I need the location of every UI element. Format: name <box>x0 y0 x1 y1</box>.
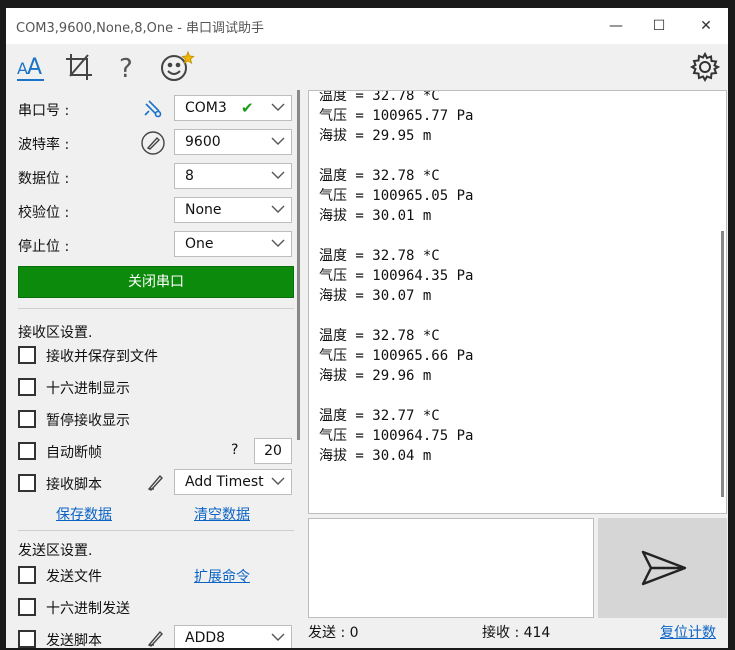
chevron-down-icon <box>271 103 285 111</box>
extend-command-link[interactable]: 扩展命令 <box>194 566 250 586</box>
emoji-icon[interactable] <box>158 50 195 84</box>
send-section-title: 发送区设置. <box>18 543 93 559</box>
received-count: 接收 : 414 <box>482 625 551 641</box>
maximize-button[interactable]: ☐ <box>649 16 669 36</box>
databits-select[interactable]: 8 <box>174 163 292 189</box>
settings-panel: 串口号 : COM3 ✔ 波特率 : 9600 数据位: 8 校验位: No… <box>6 90 306 648</box>
hex-display-checkbox[interactable] <box>18 378 36 396</box>
receive-script-label: 接收脚本 <box>46 477 102 493</box>
crop-icon[interactable] <box>62 50 96 84</box>
databits-value: 8 <box>185 168 194 184</box>
port-select[interactable]: COM3 ✔ <box>174 95 292 121</box>
baud-value: 9600 <box>185 134 221 150</box>
receive-area[interactable]: 温度 = 32.78 *C 气压 = 100965.77 Pa 海拔 = 29.… <box>308 90 727 514</box>
clear-data-link[interactable]: 清空数据 <box>194 504 250 524</box>
sent-count: 发送 : 0 <box>308 625 359 641</box>
auto-frame-help[interactable]: ? <box>231 442 238 458</box>
close-button[interactable]: ✕ <box>696 16 716 36</box>
pause-display-checkbox[interactable] <box>18 410 36 428</box>
chevron-down-icon <box>271 171 285 179</box>
svg-text:?: ? <box>119 54 133 84</box>
help-icon[interactable]: ? <box>110 50 144 84</box>
pen-icon[interactable] <box>146 628 166 648</box>
chevron-down-icon <box>271 633 285 641</box>
pause-display-label: 暂停接收显示 <box>46 413 130 429</box>
receive-section-title: 接收区设置. <box>18 325 93 341</box>
send-icon <box>641 550 687 586</box>
scan-port-icon[interactable] <box>140 96 166 122</box>
databits-row: 数据位 : 8 <box>6 162 306 192</box>
stopbits-value: One <box>185 236 214 252</box>
hex-send-checkbox[interactable] <box>18 598 36 616</box>
send-input[interactable] <box>308 518 594 618</box>
chevron-down-icon <box>271 137 285 145</box>
receive-text: 温度 = 32.78 *C 气压 = 100965.77 Pa 海拔 = 29.… <box>319 90 474 464</box>
settings-scrollbar[interactable] <box>297 90 300 440</box>
receive-script-value: Add Timest <box>185 474 264 490</box>
title-bar: COM3,9600,None,8,One - 串口调试助手 — ☐ ✕ <box>6 8 728 44</box>
divider <box>18 530 294 531</box>
reset-count-link[interactable]: 复位计数 <box>660 622 716 642</box>
parity-row: 校验位 : None <box>6 196 306 226</box>
divider <box>18 308 294 309</box>
baud-select[interactable]: 9600 <box>174 129 292 155</box>
baud-row: 波特率 : 9600 <box>6 128 306 158</box>
stopbits-label: 停止位 : <box>18 239 70 255</box>
auto-frame-input[interactable]: 20 <box>254 438 292 464</box>
app-window: COM3,9600,None,8,One - 串口调试助手 — ☐ ✕ A A … <box>6 8 728 648</box>
toolbar: A A ? <box>6 44 728 90</box>
send-script-select[interactable]: ADD8 <box>174 625 292 648</box>
svg-text:A: A <box>27 55 42 80</box>
receive-script-select[interactable]: Add Timest <box>174 469 292 495</box>
chevron-down-icon <box>271 239 285 247</box>
hex-display-label: 十六进制显示 <box>46 381 130 397</box>
port-value: COM3 <box>185 100 227 116</box>
chevron-down-icon <box>271 477 285 485</box>
send-file-checkbox[interactable] <box>18 566 36 584</box>
auto-frame-checkbox[interactable] <box>18 442 36 460</box>
font-icon[interactable]: A A <box>14 50 48 84</box>
gear-icon[interactable] <box>688 50 722 84</box>
parity-label: 校验位 : <box>18 205 70 221</box>
receive-scrollbar[interactable] <box>721 231 724 497</box>
send-script-value: ADD8 <box>185 630 226 646</box>
parity-select[interactable]: None <box>174 197 292 223</box>
send-file-label: 发送文件 <box>46 569 102 585</box>
close-port-button[interactable]: 关闭串口 <box>18 266 294 298</box>
save-to-file-label: 接收并保存到文件 <box>46 349 158 365</box>
window-title: COM3,9600,None,8,One - 串口调试助手 <box>16 21 265 36</box>
auto-frame-label: 自动断帧 <box>46 445 102 461</box>
stopbits-row: 停止位 : One <box>6 230 306 260</box>
send-script-label: 发送脚本 <box>46 633 102 648</box>
parity-value: None <box>185 202 222 218</box>
check-icon: ✔ <box>241 99 254 117</box>
send-script-checkbox[interactable] <box>18 630 36 648</box>
port-label: 串口号 : <box>18 103 70 119</box>
receive-script-checkbox[interactable] <box>18 474 36 492</box>
save-data-link[interactable]: 保存数据 <box>56 504 112 524</box>
stopbits-select[interactable]: One <box>174 231 292 257</box>
send-button[interactable] <box>598 518 727 618</box>
save-to-file-checkbox[interactable] <box>18 346 36 364</box>
baud-label: 波特率 : <box>18 137 70 153</box>
chevron-down-icon <box>271 205 285 213</box>
databits-label: 数据位 : <box>18 171 70 187</box>
port-row: 串口号 : COM3 ✔ <box>6 94 306 124</box>
minimize-button[interactable]: — <box>606 16 626 36</box>
pen-icon[interactable] <box>146 472 166 492</box>
baud-edit-icon[interactable] <box>140 130 166 156</box>
hex-send-label: 十六进制发送 <box>46 601 130 617</box>
